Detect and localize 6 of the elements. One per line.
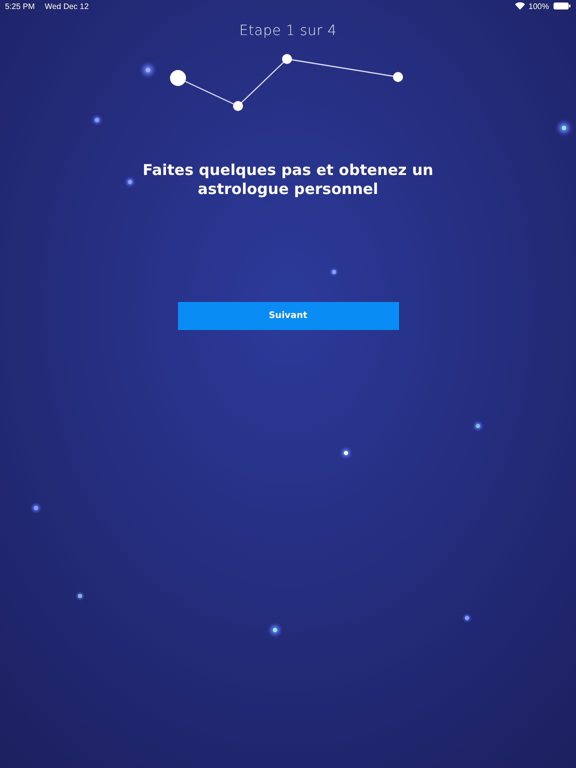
battery-percentage: 100% — [528, 2, 549, 10]
status-time: 5:25 PM — [5, 2, 35, 10]
next-button[interactable]: Suivant — [178, 302, 398, 330]
step-label: Etape 1 sur 4 — [239, 23, 337, 39]
heading: Faites quelques pas et obtenez un astrologue personnel — [142, 161, 434, 199]
status-date: Wed Dec 12 — [44, 2, 89, 10]
